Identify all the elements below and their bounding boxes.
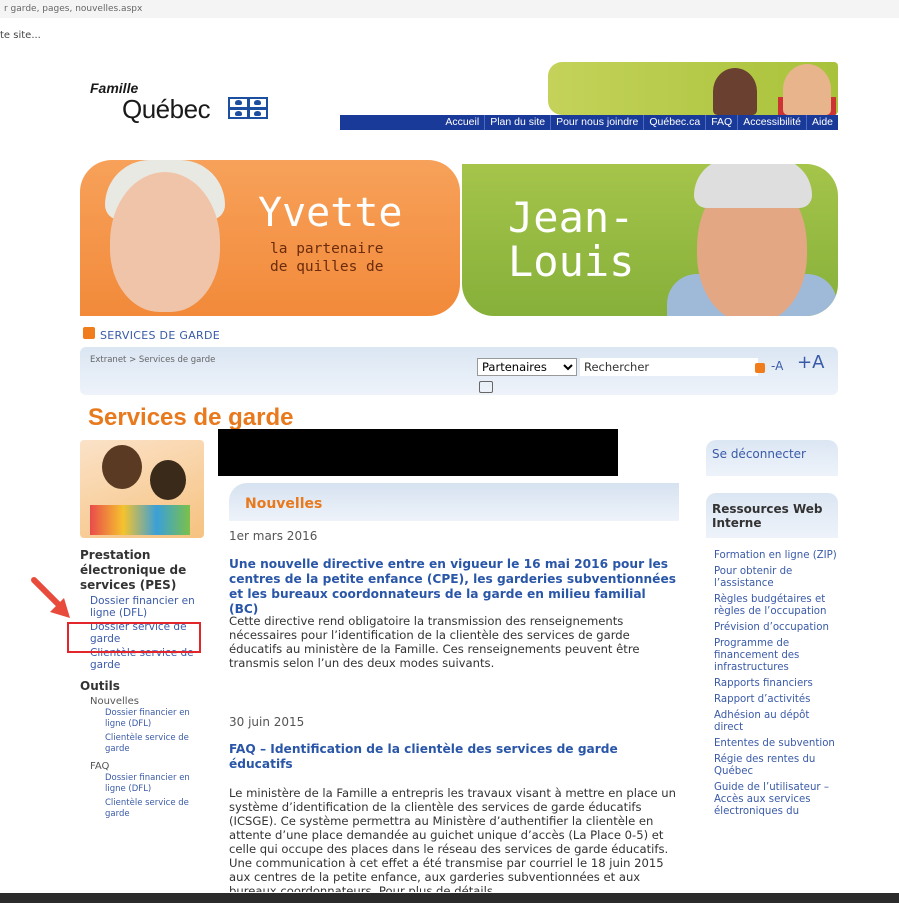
header-banner-image (548, 62, 838, 115)
nav-aide[interactable]: Aide (805, 115, 838, 130)
nav-pour-nous-joindre[interactable]: Pour nous joindre (550, 115, 643, 130)
section-label: SERVICES DE GARDE (100, 329, 220, 342)
news-body: Le ministère de la Famille a entrepris l… (229, 786, 676, 892)
redacted-area (218, 429, 618, 476)
resource-link[interactable]: Régie des rentes du Québec (714, 754, 840, 778)
outils-heading: Outils (80, 679, 120, 693)
hero-name-yvette: Yvette (258, 190, 403, 236)
nav-faq-clientele[interactable]: Clientèle service de garde (80, 798, 210, 820)
resource-link[interactable]: Rapports financiers (714, 678, 840, 690)
hero-subtitle: la partenaire de quilles de (270, 240, 384, 276)
nav-accessibilite[interactable]: Accessibilité (737, 115, 806, 130)
logout-link[interactable]: Se déconnecter (712, 447, 806, 461)
pes-heading: Prestation électronique de services (PES… (80, 548, 187, 592)
hero-name-jean-louis: Jean- Louis (508, 196, 634, 284)
nav-plan-du-site[interactable]: Plan du site (484, 115, 550, 130)
nouvelles-label[interactable]: Nouvelles (80, 696, 210, 708)
print-icon[interactable] (479, 381, 493, 393)
nav-faq-dfl[interactable]: Dossier financier en ligne (DFL) (80, 773, 210, 795)
font-increase-button[interactable]: +A (797, 352, 824, 373)
resources-list: Formation en ligne (ZIP) Pour obtenir de… (714, 550, 840, 822)
logo-quebec[interactable]: Québec (122, 94, 211, 125)
hero-name-line-2: Louis (508, 237, 635, 286)
resources-heading: Ressources Web Interne (712, 502, 823, 530)
hero-name-line-1: Jean- (508, 193, 635, 242)
breadcrumb[interactable]: Extranet > Services de garde (90, 355, 215, 365)
browser-site-text: te site... (0, 30, 41, 41)
news-body: Cette directive rend obligatoire la tran… (229, 614, 640, 670)
hero-subtitle-line-2: de quilles de (270, 259, 384, 275)
resource-link[interactable]: Guide de l’utilisateur – Accès aux servi… (714, 782, 840, 818)
resource-link[interactable]: Formation en ligne (ZIP) (714, 550, 840, 562)
nav-accueil[interactable]: Accueil (440, 115, 484, 130)
page-title: Services de garde (88, 404, 294, 431)
nav-nouvelles-clientele[interactable]: Clientèle service de garde (80, 733, 210, 755)
news-title-link[interactable]: Une nouvelle directive entre en vigueur … (229, 557, 679, 617)
resource-link[interactable]: Programme de financement des infrastruct… (714, 638, 840, 674)
news-heading: Nouvelles (245, 496, 323, 512)
red-arrow-icon (31, 577, 70, 618)
nav-faq[interactable]: FAQ (705, 115, 737, 130)
resource-link[interactable]: Ententes de subvention (714, 738, 840, 750)
resource-link[interactable]: Prévision d’occupation (714, 622, 840, 634)
left-nav: Prestation électronique de services (PES… (80, 548, 210, 820)
resource-link[interactable]: Pour obtenir de l’assistance (714, 566, 840, 590)
hero-yvette-banner (80, 160, 460, 316)
search-input[interactable] (580, 358, 758, 376)
jean-louis-hair (694, 164, 812, 208)
hero-subtitle-line-1: la partenaire (270, 241, 384, 257)
section-bullet-icon (83, 327, 95, 339)
top-nav: Accueil Plan du site Pour nous joindre Q… (340, 115, 838, 130)
highlight-box (67, 622, 201, 653)
nav-nouvelles-dfl[interactable]: Dossier financier en ligne (DFL) (80, 708, 210, 730)
browser-url-strip: r garde, pages, nouvelles.aspx (0, 0, 899, 18)
nav-dossier-financier[interactable]: Dossier financier en ligne (DFL) (80, 595, 210, 619)
yvette-face (110, 172, 220, 312)
resource-link[interactable]: Adhésion au dépôt direct (714, 710, 840, 734)
news-title-link[interactable]: FAQ – Identification de la clientèle des… (229, 742, 649, 772)
taskbar (0, 893, 899, 903)
resource-link[interactable]: Rapport d’activités (714, 694, 840, 706)
news-date: 30 juin 2015 (229, 715, 305, 729)
nav-quebec-ca[interactable]: Québec.ca (643, 115, 705, 130)
search-go-icon[interactable] (755, 363, 765, 373)
children-photo (80, 440, 204, 538)
news-date: 1er mars 2016 (229, 529, 318, 543)
quebec-flag-icon (228, 97, 268, 119)
font-decrease-button[interactable]: -A (771, 359, 783, 373)
faq-label[interactable]: FAQ (80, 761, 210, 773)
resource-link[interactable]: Règles budgétaires et règles de l’occupa… (714, 594, 840, 618)
search-scope-select[interactable]: Partenaires (477, 358, 577, 376)
